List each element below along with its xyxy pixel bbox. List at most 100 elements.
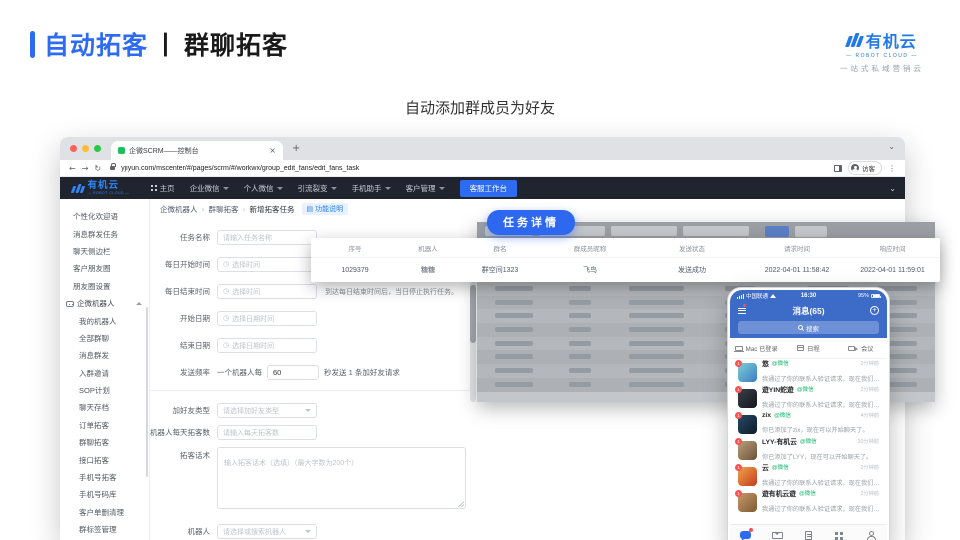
sidepanel-icon[interactable] (834, 165, 842, 172)
sidebar-item[interactable]: 企微机器人 (60, 295, 149, 312)
nav-menu-item[interactable]: 主页 (151, 183, 175, 194)
nav-menu-item[interactable]: 手机助手 (352, 183, 391, 194)
message-time: 2分钟前 (861, 464, 879, 471)
dimmed-input (683, 226, 749, 236)
table-cell: 糖糖 (399, 265, 457, 275)
breadcrumb-item[interactable]: 企微机器人 (160, 204, 198, 215)
shortcut-item[interactable]: Mac 已登录 (730, 344, 782, 353)
page-scrollbar[interactable] (470, 282, 476, 402)
message-item[interactable]: 1 云 @微信 2分钟前 我通过了你的联系人验证请求，现在我们… (730, 463, 887, 489)
nav-menu-item[interactable]: 企业微信 (190, 183, 229, 194)
chat-tab-icon (740, 531, 751, 540)
shortcut-item[interactable]: 会议 (835, 344, 887, 353)
table-header-cell: 序号 (311, 243, 399, 253)
dimmed-search-button (765, 226, 789, 237)
phone-shortcuts: Mac 已登录 日程 会议 (730, 338, 887, 359)
breadcrumb-item[interactable]: 新增拓客任务 (250, 204, 295, 215)
start-date-input[interactable]: ◷选择日期时间 (217, 311, 317, 326)
forward-icon[interactable]: → (82, 164, 89, 173)
phone-tab[interactable] (856, 531, 887, 540)
sidebar-item[interactable]: 接口拓客 (60, 451, 149, 468)
clock-icon: ◷ (223, 288, 229, 295)
chevron-up-icon (136, 302, 142, 305)
phone-tab[interactable] (793, 531, 824, 540)
sidebar-item[interactable]: 消息群发任务 (60, 225, 149, 242)
address-bar[interactable]: yjiyun.com/mscenter/#/pages/scrm/#/workw… (121, 165, 828, 172)
phone-tab[interactable] (824, 531, 855, 540)
frequency-input[interactable]: 60 (267, 365, 319, 380)
title-separator: 丨 (153, 32, 179, 60)
workbench-cta-button[interactable]: 客服工作台 (460, 180, 518, 197)
nav-menu-item[interactable]: 引流裂变 (298, 183, 337, 194)
reload-icon[interactable]: ↻ (94, 164, 101, 173)
sidebar-item[interactable]: 手机号拓客 (60, 469, 149, 486)
script-textarea[interactable]: 输入拓客话术（选填）（最大字数为200个） (217, 447, 466, 509)
sidebar-item[interactable]: 订单拓客 (60, 417, 149, 434)
breadcrumb-item[interactable]: 群聊拓客 (209, 204, 239, 215)
message-item[interactable]: 1 悠 @微信 2分钟前 我通过了你的联系人验证请求，现在我们… (730, 359, 887, 385)
contact-name: zix (762, 412, 771, 419)
sidebar-item[interactable]: 客户朋友圈 (60, 260, 149, 277)
nav-menu-item[interactable]: 客户管理 (406, 183, 445, 194)
sidebar-item[interactable]: 聊天存档 (60, 399, 149, 416)
profile-chip[interactable]: 访客 (848, 161, 882, 175)
sidebar-item[interactable]: 手机号码库 (60, 486, 149, 503)
sidebar-item[interactable]: 朋友圈设置 (60, 278, 149, 295)
sidebar-scrollbar[interactable] (146, 307, 148, 477)
browser-menu-icon[interactable]: ⋮ (888, 164, 896, 173)
table-header-cell: 发送状态 (637, 243, 747, 253)
phone-nav-bar: 消息(65) + (730, 302, 887, 319)
message-item[interactable]: 1 遊YIN蛇遊 @微信 2分钟前 我通过了你的联系人验证请求，现在我们… (730, 385, 887, 411)
sidebar-item[interactable]: 聊天侧边栏 (60, 243, 149, 260)
message-item[interactable]: 1 LYY-有机云 @微信 10分钟前 你已添加了LYY，现在可以开始聊天了。 (730, 437, 887, 463)
wechat-tag: @微信 (799, 489, 816, 497)
phone-tab[interactable] (730, 531, 761, 540)
table-cell: 飞鸟 (543, 265, 637, 275)
sidebar-item[interactable]: 客户单删清理 (60, 504, 149, 521)
daily-end-time-input[interactable]: ◷选择时间 (217, 284, 317, 299)
new-tab-button[interactable]: + (292, 143, 300, 154)
add-icon[interactable]: + (870, 306, 879, 315)
unread-badge: 1 (735, 438, 742, 445)
shortcut-item[interactable]: 日程 (782, 344, 834, 353)
message-item[interactable]: 1 遊有机云遊 @微信 2分钟前 我通过了你的联系人验证请求，现在我们… (730, 489, 887, 515)
task-detail-badge: 任务详情 (487, 210, 575, 235)
message-item[interactable]: 1 zix @微信 4分钟前 你已添加了zix，现在可以开始聊天了。 (730, 411, 887, 437)
tab-close-icon[interactable]: × (269, 146, 276, 155)
window-controls[interactable] (70, 145, 101, 152)
contact-name: 悠 (762, 358, 769, 368)
search-input[interactable]: 搜索 (738, 321, 879, 334)
back-icon[interactable]: ← (69, 164, 76, 173)
daily-limit-input[interactable]: 请输入每天拓客数 (217, 425, 317, 440)
doc-tag[interactable]: ▤功能说明 (302, 203, 349, 215)
avatar: 1 (738, 415, 757, 434)
table-cell: 2022-04-01 11:58:42 (747, 267, 847, 274)
brand-name: 有机云 (866, 28, 917, 52)
sidebar-item[interactable]: 群标签管理 (60, 521, 149, 538)
brand-tagline: 一站式私域营销云 (824, 63, 940, 74)
browser-tab-strip: 企微SCRM——控制台 × + ⌄ (60, 137, 905, 160)
robot-select[interactable]: 请选择或搜索机器人 (217, 524, 317, 539)
sidebar-item[interactable]: SOP计划 (60, 382, 149, 399)
sidebar-item[interactable]: 全部群聊 (60, 330, 149, 347)
nav-menu-item[interactable]: 个人微信 (244, 183, 283, 194)
sidebar-item[interactable]: 消息群发 (60, 347, 149, 364)
window-chevron-icon[interactable]: ⌄ (888, 142, 895, 151)
sidebar-item[interactable]: 个性化欢迎语 (60, 208, 149, 225)
clock-icon: ◷ (223, 261, 229, 268)
navbar-collapse-icon[interactable]: ⌄ (889, 184, 896, 193)
field-label: 每日结束时间 (150, 286, 217, 297)
sidebar-item[interactable]: 入群邀请 (60, 365, 149, 382)
table-cell: 群空间1323 (457, 265, 543, 275)
phone-status-bar: 中国联通 16:30 95% (730, 290, 887, 302)
friend-type-select[interactable]: 请选择加好友类型 (217, 403, 317, 418)
sidebar-item[interactable]: 群聊拓客 (60, 434, 149, 451)
field-label: 开始日期 (150, 313, 217, 324)
daily-start-time-input[interactable]: ◷选择时间 (217, 257, 317, 272)
end-date-input[interactable]: ◷选择日期时间 (217, 338, 317, 353)
table-row[interactable]: 1029379糖糖群空间1323飞鸟发送成功2022-04-01 11:58:4… (311, 257, 940, 282)
sidebar-item[interactable]: 我的机器人 (60, 312, 149, 329)
phone-tab[interactable] (761, 531, 792, 540)
browser-tab[interactable]: 企微SCRM——控制台 × (111, 141, 283, 160)
task-name-input[interactable]: 请输入任务名称 (217, 230, 317, 245)
